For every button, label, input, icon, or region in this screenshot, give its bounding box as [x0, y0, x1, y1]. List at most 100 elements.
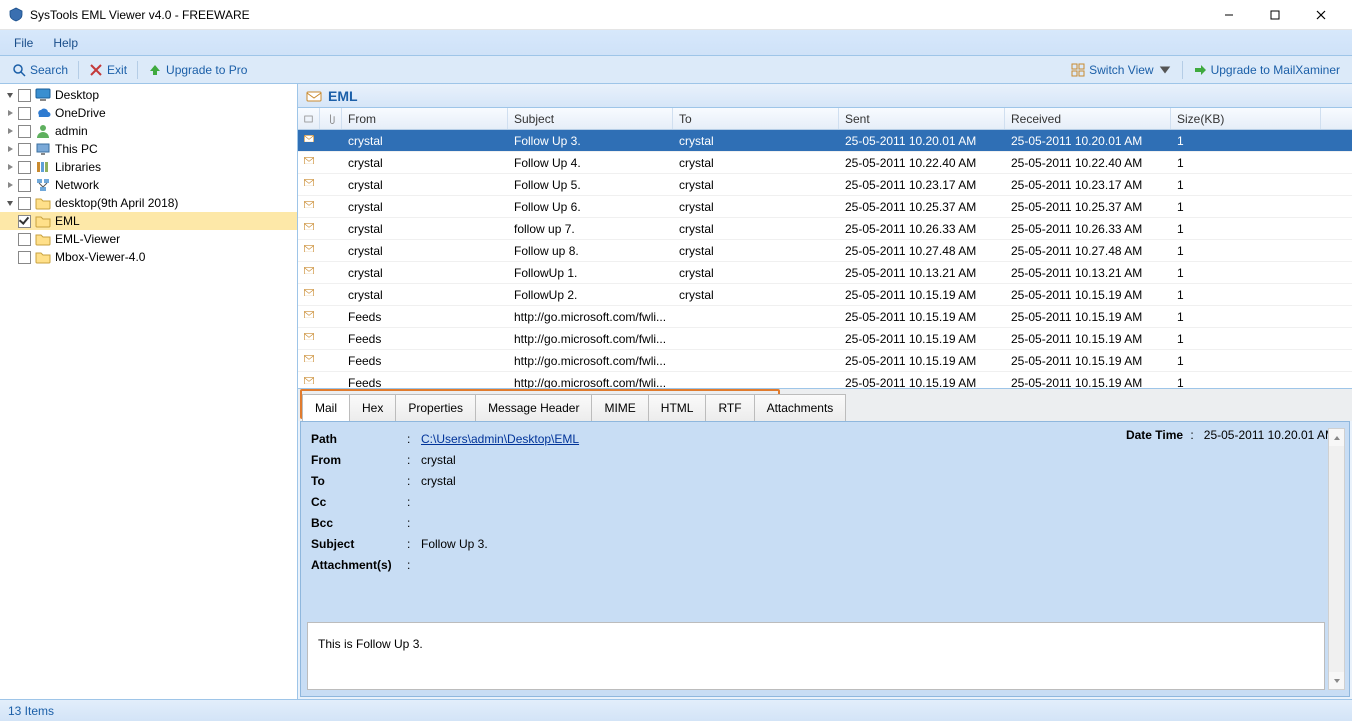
table-row[interactable]: Feedshttp://go.microsoft.com/fwli...25-0… [298, 350, 1352, 372]
mail-icon [304, 135, 314, 147]
col-received[interactable]: Received [1005, 108, 1171, 129]
tree-label: desktop(9th April 2018) [55, 196, 178, 210]
table-row[interactable]: crystalFollowUp 1.crystal25-05-2011 10.1… [298, 262, 1352, 284]
twisty-closed-icon[interactable] [4, 179, 16, 191]
tab-hex[interactable]: Hex [349, 394, 396, 421]
grid-icon [1071, 63, 1085, 77]
tree-node[interactable]: This PC [0, 140, 297, 158]
table-row[interactable]: Feedshttp://go.microsoft.com/fwli...25-0… [298, 372, 1352, 388]
tree-checkbox[interactable] [18, 107, 31, 120]
table-row[interactable]: Feedshttp://go.microsoft.com/fwli...25-0… [298, 328, 1352, 350]
libraries-icon [35, 159, 51, 175]
tab-mail[interactable]: Mail [302, 394, 350, 421]
menu-file[interactable]: File [4, 32, 43, 54]
detail-pane: Date Time : 25-05-2011 10.20.01 AM Path:… [300, 421, 1350, 697]
table-row[interactable]: crystalFollow Up 6.crystal25-05-2011 10.… [298, 196, 1352, 218]
upgrade-pro-button[interactable]: Upgrade to Pro [142, 61, 253, 79]
tree-node[interactable]: admin [0, 122, 297, 140]
path-link[interactable]: C:\Users\admin\Desktop\EML [421, 432, 579, 446]
grid-body[interactable]: crystalFollow Up 3.crystal25-05-2011 10.… [298, 130, 1352, 388]
col-to[interactable]: To [673, 108, 839, 129]
onedrive-icon [35, 105, 51, 121]
tab-attachments[interactable]: Attachments [754, 394, 847, 421]
tree-node[interactable]: EML-Viewer [0, 230, 297, 248]
table-row[interactable]: crystalFollow up 8.crystal25-05-2011 10.… [298, 240, 1352, 262]
tree-checkbox[interactable] [18, 251, 31, 264]
cell-subject: http://go.microsoft.com/fwli... [508, 376, 673, 389]
close-button[interactable] [1298, 0, 1344, 30]
cell-sent: 25-05-2011 10.15.19 AM [839, 354, 1005, 368]
tree-checkbox[interactable] [18, 143, 31, 156]
twisty-closed-icon[interactable] [4, 143, 16, 155]
tree-node[interactable]: Mbox-Viewer-4.0 [0, 248, 297, 266]
tree-checkbox[interactable] [18, 179, 31, 192]
tree-checkbox[interactable] [18, 161, 31, 174]
col-size[interactable]: Size(KB) [1171, 108, 1321, 129]
table-row[interactable]: Feedshttp://go.microsoft.com/fwli...25-0… [298, 306, 1352, 328]
to-value: crystal [421, 474, 1339, 488]
maximize-button[interactable] [1252, 0, 1298, 30]
switch-view-button[interactable]: Switch View [1065, 61, 1177, 79]
twisty-open-icon[interactable] [4, 197, 16, 209]
cell-from: Feeds [342, 310, 508, 324]
datetime-label: Date Time [1126, 428, 1183, 442]
cell-subject: Follow Up 4. [508, 156, 673, 170]
tab-message-header[interactable]: Message Header [475, 394, 592, 421]
minimize-button[interactable] [1206, 0, 1252, 30]
cell-sent: 25-05-2011 10.15.19 AM [839, 332, 1005, 346]
tree-node[interactable]: Network [0, 176, 297, 194]
col-icon[interactable] [298, 108, 320, 129]
path-label: Path [311, 432, 407, 446]
tree-node[interactable]: OneDrive [0, 104, 297, 122]
col-sent[interactable]: Sent [839, 108, 1005, 129]
tree-checkbox[interactable] [18, 197, 31, 210]
mail-icon [304, 179, 314, 191]
tab-html[interactable]: HTML [648, 394, 707, 421]
cell-size: 1 [1171, 354, 1321, 368]
tree-node[interactable]: Libraries [0, 158, 297, 176]
tree-node[interactable]: EML [0, 212, 297, 230]
col-from[interactable]: From [342, 108, 508, 129]
menu-help[interactable]: Help [43, 32, 88, 54]
mail-icon [304, 355, 314, 367]
panel-header: EML [298, 84, 1352, 108]
tree-checkbox[interactable] [18, 89, 31, 102]
col-subject[interactable]: Subject [508, 108, 673, 129]
search-label: Search [30, 63, 68, 77]
search-button[interactable]: Search [6, 61, 74, 79]
tree-checkbox[interactable] [18, 125, 31, 138]
cell-sent: 25-05-2011 10.23.17 AM [839, 178, 1005, 192]
detail-scrollbar[interactable] [1328, 428, 1345, 690]
col-attachment[interactable] [320, 108, 342, 129]
tab-mime[interactable]: MIME [591, 394, 648, 421]
mail-icon [304, 333, 314, 345]
tree-node[interactable]: desktop(9th April 2018) [0, 194, 297, 212]
table-row[interactable]: crystalFollow Up 5.crystal25-05-2011 10.… [298, 174, 1352, 196]
attachments-label: Attachment(s) [311, 558, 407, 572]
tab-rtf[interactable]: RTF [705, 394, 754, 421]
twisty-none [4, 251, 16, 263]
tree-checkbox[interactable] [18, 215, 31, 228]
scroll-down-icon[interactable] [1329, 672, 1344, 689]
cell-received: 25-05-2011 10.15.19 AM [1005, 332, 1171, 346]
table-row[interactable]: crystalFollow Up 3.crystal25-05-2011 10.… [298, 130, 1352, 152]
twisty-open-icon[interactable] [4, 89, 16, 101]
twisty-closed-icon[interactable] [4, 161, 16, 173]
table-row[interactable]: crystalfollow up 7.crystal25-05-2011 10.… [298, 218, 1352, 240]
twisty-closed-icon[interactable] [4, 125, 16, 137]
cell-received: 25-05-2011 10.20.01 AM [1005, 134, 1171, 148]
app-icon [8, 7, 24, 23]
tree-checkbox[interactable] [18, 233, 31, 246]
scroll-up-icon[interactable] [1329, 429, 1344, 446]
table-row[interactable]: crystalFollowUp 2.crystal25-05-2011 10.1… [298, 284, 1352, 306]
folder-tree[interactable]: DesktopOneDriveadminThis PCLibrariesNetw… [0, 84, 298, 699]
upgrade-mx-button[interactable]: Upgrade to MailXaminer [1187, 61, 1346, 79]
tab-properties[interactable]: Properties [395, 394, 476, 421]
table-row[interactable]: crystalFollow Up 4.crystal25-05-2011 10.… [298, 152, 1352, 174]
exit-button[interactable]: Exit [83, 61, 133, 79]
twisty-closed-icon[interactable] [4, 107, 16, 119]
cell-sent: 25-05-2011 10.26.33 AM [839, 222, 1005, 236]
cell-size: 1 [1171, 222, 1321, 236]
cell-from: Feeds [342, 354, 508, 368]
tree-node[interactable]: Desktop [0, 86, 297, 104]
